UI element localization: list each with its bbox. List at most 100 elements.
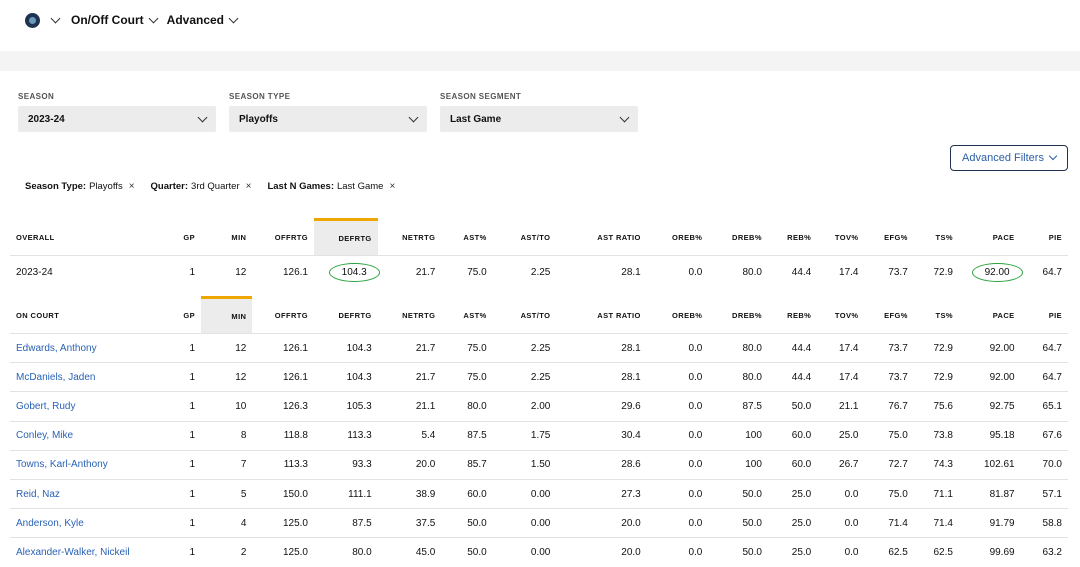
col-header-ast-to[interactable]: AST/TO: [493, 298, 557, 334]
stat-cell: 62.5: [864, 537, 914, 567]
season-select[interactable]: 2023-24: [18, 106, 216, 132]
stat-cell: 104.3: [314, 332, 378, 363]
stat-cell: 38.9: [377, 478, 442, 509]
col-header-min[interactable]: MIN: [201, 220, 252, 256]
stat-cell: 71.1: [913, 478, 959, 509]
stat-cell: 10: [201, 391, 253, 422]
col-header-pie[interactable]: PIE: [1021, 220, 1068, 256]
col-header-tov-pct[interactable]: TOV%: [817, 298, 864, 334]
stat-cell: 44.4: [767, 332, 818, 363]
col-header-offrtg[interactable]: OFFRTG: [252, 298, 314, 334]
player-link[interactable]: McDaniels, Jaden: [10, 362, 165, 392]
stat-cell: 5: [201, 478, 253, 509]
close-icon[interactable]: ×: [246, 181, 252, 192]
col-header-efg-pct[interactable]: EFG%: [864, 220, 913, 256]
col-header-netrtg[interactable]: NETRTG: [378, 298, 442, 334]
stat-cell: 50.0: [708, 537, 768, 567]
stat-cell: 71.4: [864, 508, 914, 538]
col-header-ts-pct[interactable]: TS%: [914, 220, 959, 256]
stat-cell: 75.0: [864, 478, 914, 509]
stat-cell: 2.25: [492, 362, 557, 392]
col-header-defrtg[interactable]: DEFRTG: [314, 298, 378, 334]
col-header-ast-ratio[interactable]: AST RATIO: [556, 220, 646, 256]
col-header-min[interactable]: MIN: [201, 296, 253, 334]
col-header-offrtg[interactable]: OFFRTG: [252, 220, 314, 256]
player-link[interactable]: Conley, Mike: [10, 420, 165, 451]
stat-cell: 25.0: [817, 420, 865, 451]
stat-cell: 0.0: [646, 449, 709, 480]
player-link[interactable]: Anderson, Kyle: [10, 508, 165, 538]
stat-cell: 21.7: [377, 362, 442, 392]
col-header-ast-pct[interactable]: AST%: [441, 298, 492, 334]
advanced-filters-button[interactable]: Advanced Filters: [950, 145, 1068, 171]
col-header-ast-to[interactable]: AST/TO: [493, 220, 557, 256]
season-filter: SEASON 2023-24: [18, 92, 216, 132]
stat-cell: 92.75: [958, 391, 1021, 422]
advanced-dropdown[interactable]: Advanced: [167, 13, 239, 27]
table-row: Conley, Mike 1 8 118.8 113.3 5.4 87.5 1.75 30.4 0…: [10, 420, 1068, 451]
col-header-ts-pct[interactable]: TS%: [914, 298, 959, 334]
stat-cell: 0.0: [646, 255, 709, 290]
chip-key: Quarter:: [150, 181, 189, 192]
player-link[interactable]: Reid, Naz: [10, 478, 165, 509]
close-icon[interactable]: ×: [129, 181, 135, 192]
season-filter-label: SEASON: [18, 92, 55, 101]
stat-cell: 0.0: [817, 537, 865, 567]
col-header-dreb-pct[interactable]: DREB%: [708, 298, 768, 334]
team-dropdown-toggle[interactable]: [50, 13, 61, 23]
stat-cell: 20.0: [556, 508, 647, 538]
col-header-gp[interactable]: GP: [164, 298, 201, 334]
stat-cell: 37.5: [377, 508, 442, 538]
player-link[interactable]: Gobert, Rudy: [10, 391, 165, 422]
col-header-pie[interactable]: PIE: [1021, 298, 1068, 334]
col-header-pace[interactable]: PACE: [959, 220, 1021, 256]
stat-cell: 1: [164, 362, 202, 392]
stat-cell: 2.25: [492, 255, 557, 290]
stat-cell: 0.00: [492, 478, 557, 509]
stat-cell: 99.69: [958, 537, 1021, 567]
table-row: Towns, Karl-Anthony 1 7 113.3 93.3 20.0 85.7 1.…: [10, 449, 1068, 480]
stat-cell: 105.3: [314, 391, 378, 422]
stat-cell: 30.4: [556, 420, 647, 451]
col-header-gp[interactable]: GP: [164, 220, 201, 256]
col-header-dreb-pct[interactable]: DREB%: [708, 220, 768, 256]
player-link[interactable]: Edwards, Anthony: [10, 332, 165, 363]
stat-cell: 87.5: [441, 420, 493, 451]
col-header-efg-pct[interactable]: EFG%: [864, 298, 913, 334]
highlight-circle: 92.00: [971, 263, 1023, 283]
stat-cell: 28.1: [556, 255, 647, 290]
stat-cell: 17.4: [817, 362, 865, 392]
col-header-ast-ratio[interactable]: AST RATIO: [556, 298, 646, 334]
col-header-reb-pct[interactable]: REB%: [768, 220, 817, 256]
stat-cell: 2: [201, 537, 253, 567]
stat-cell: 21.7: [377, 255, 442, 290]
col-header-ast-pct[interactable]: AST%: [441, 220, 492, 256]
col-header-pace[interactable]: PACE: [959, 298, 1021, 334]
stat-cell: 80.0: [708, 332, 768, 363]
season-type-select[interactable]: Playoffs: [229, 106, 427, 132]
chip-key: Last N Games:: [267, 181, 334, 192]
section-divider: [0, 51, 1080, 71]
stat-cell: 0.00: [492, 537, 557, 567]
stat-cell: 1: [164, 420, 202, 451]
col-header-oreb-pct[interactable]: OREB%: [647, 220, 709, 256]
stat-cell: 1.75: [492, 420, 557, 451]
chevron-down-icon: [619, 112, 630, 122]
on-off-court-dropdown[interactable]: On/Off Court: [71, 13, 159, 27]
col-header-netrtg[interactable]: NETRTG: [378, 220, 442, 256]
player-link[interactable]: Alexander-Walker, Nickeil: [10, 537, 165, 567]
col-header-tov-pct[interactable]: TOV%: [817, 220, 864, 256]
player-link[interactable]: Towns, Karl-Anthony: [10, 449, 165, 480]
stat-cell: 2.00: [492, 391, 557, 422]
timberwolves-logo-icon[interactable]: [25, 12, 40, 28]
chip-quarter: Quarter: 3rd Quarter ×: [151, 181, 252, 192]
table-row: McDaniels, Jaden 1 12 126.1 104.3 21.7 75.0 2.2…: [10, 362, 1068, 392]
season-segment-select[interactable]: Last Game: [440, 106, 638, 132]
col-header-reb-pct[interactable]: REB%: [768, 298, 817, 334]
col-header-oreb-pct[interactable]: OREB%: [647, 298, 709, 334]
stat-cell: 0.0: [646, 420, 709, 451]
close-icon[interactable]: ×: [389, 181, 395, 192]
col-header-defrtg[interactable]: DEFRTG: [314, 218, 378, 256]
overall-header: OVERALL: [16, 232, 55, 242]
stat-cell: 93.3: [314, 449, 378, 480]
